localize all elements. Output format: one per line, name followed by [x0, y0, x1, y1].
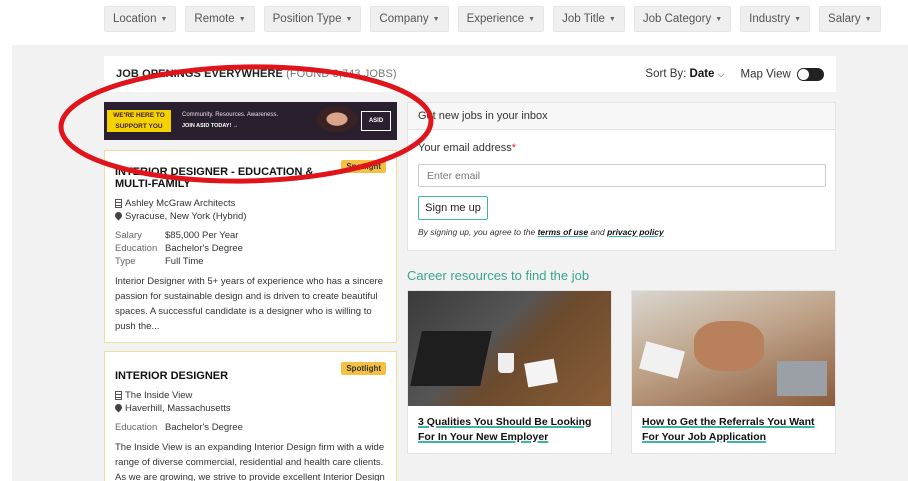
- banner-person-image: [304, 102, 364, 140]
- filter-job-title[interactable]: Job Title ▼: [553, 6, 625, 32]
- filter-job-category[interactable]: Job Category ▼: [633, 6, 732, 32]
- filter-salary[interactable]: Salary ▼: [819, 6, 881, 32]
- filter-position-type[interactable]: Position Type ▼: [263, 6, 362, 32]
- job-company: Ashley McGraw Architects: [115, 197, 386, 210]
- filter-company[interactable]: Company ▼: [370, 6, 449, 32]
- job-title[interactable]: INTERIOR DESIGNER: [115, 370, 345, 382]
- spotlight-badge: Spotlight: [341, 362, 386, 375]
- filter-location[interactable]: Location ▼: [104, 6, 177, 32]
- resource-card[interactable]: How to Get the Referrals You Want For Yo…: [631, 290, 836, 454]
- banner-tagline: Community. Resources. Awareness.: [182, 112, 279, 118]
- resource-title[interactable]: 3 Qualities You Should Be Looking For In…: [408, 406, 611, 445]
- caret-down-icon: ▼: [345, 15, 353, 23]
- map-view-toggle[interactable]: Map View: [741, 67, 824, 81]
- caret-down-icon: ▼: [715, 15, 723, 23]
- toggle-switch[interactable]: [797, 67, 824, 81]
- filter-bar: Location ▼ Remote ▼ Position Type ▼ Company…: [104, 6, 881, 32]
- caret-down-icon: ▼: [608, 15, 616, 23]
- job-card[interactable]: Spotlight INTERIOR DESIGNER - EDUCATION …: [104, 150, 397, 343]
- email-signup-box: Get new jobs in your inbox Your email ad…: [407, 102, 836, 251]
- sign-me-up-button[interactable]: Sign me up: [418, 196, 488, 220]
- banner-cta: JOIN ASID TODAY! →: [182, 123, 239, 129]
- signup-terms: By signing up, you agree to the terms of…: [418, 227, 664, 237]
- job-company: The Inside View: [115, 389, 386, 402]
- caret-down-icon: ▼: [864, 15, 872, 23]
- caret-down-icon: ▼: [528, 15, 536, 23]
- building-icon: [115, 199, 122, 208]
- chevron-down-icon: ⌵: [717, 69, 725, 79]
- job-location: Syracuse, New York (Hybrid): [115, 210, 386, 223]
- caret-down-icon: ▼: [160, 15, 168, 23]
- building-icon: [115, 391, 122, 400]
- job-details: Education Bachelor's Degree: [115, 422, 243, 433]
- results-count: (FOUND 3,743 JOBS): [286, 68, 397, 80]
- results-header: JOB OPENINGS EVERYWHERE (FOUND 3,743 JOB…: [104, 56, 836, 92]
- filter-industry[interactable]: Industry ▼: [740, 6, 811, 32]
- job-card[interactable]: Spotlight INTERIOR DESIGNER The Inside V…: [104, 351, 397, 481]
- team-hands-image: [632, 291, 835, 406]
- asid-logo: ASID: [361, 111, 391, 131]
- caret-down-icon: ▼: [432, 15, 440, 23]
- signup-header: Get new jobs in your inbox: [408, 103, 835, 130]
- banner-tag: WE'RE HERE TO SUPPORT YOU: [107, 110, 171, 132]
- job-description: The Inside View is an expanding Interior…: [115, 442, 385, 481]
- job-location: Haverhill, Massachusetts: [115, 402, 386, 415]
- email-input[interactable]: [418, 164, 826, 187]
- map-pin-icon: [115, 404, 122, 413]
- sort-by-dropdown[interactable]: Sort By: Date ⌵: [645, 68, 724, 80]
- caret-down-icon: ▼: [794, 15, 802, 23]
- email-label: Your email address*: [418, 142, 517, 154]
- resource-title[interactable]: How to Get the Referrals You Want For Yo…: [632, 406, 835, 445]
- caret-down-icon: ▼: [238, 15, 246, 23]
- map-pin-icon: [115, 212, 122, 221]
- filter-remote[interactable]: Remote ▼: [185, 6, 255, 32]
- spotlight-badge: Spotlight: [341, 160, 386, 173]
- terms-of-use-link[interactable]: terms of use: [538, 227, 589, 237]
- job-description: Interior Designer with 5+ years of exper…: [115, 276, 383, 332]
- resource-card[interactable]: 3 Qualities You Should Be Looking For In…: [407, 290, 612, 454]
- job-details: Salary $85,000 Per Year Education Bachelor…: [115, 230, 243, 267]
- job-title[interactable]: INTERIOR DESIGNER - EDUCATION & MULTI-FA…: [115, 166, 345, 190]
- career-resources-heading: Career resources to find the job: [407, 268, 590, 283]
- toggle-knob: [798, 68, 809, 80]
- desk-laptop-image: [408, 291, 611, 406]
- privacy-policy-link[interactable]: privacy policy: [607, 227, 664, 237]
- asid-banner-ad[interactable]: WE'RE HERE TO SUPPORT YOU Community. Res…: [104, 102, 397, 140]
- sort-value: Date: [689, 68, 715, 80]
- results-title: JOB OPENINGS EVERYWHERE (FOUND 3,743 JOB…: [116, 68, 397, 80]
- filter-experience[interactable]: Experience ▼: [457, 6, 545, 32]
